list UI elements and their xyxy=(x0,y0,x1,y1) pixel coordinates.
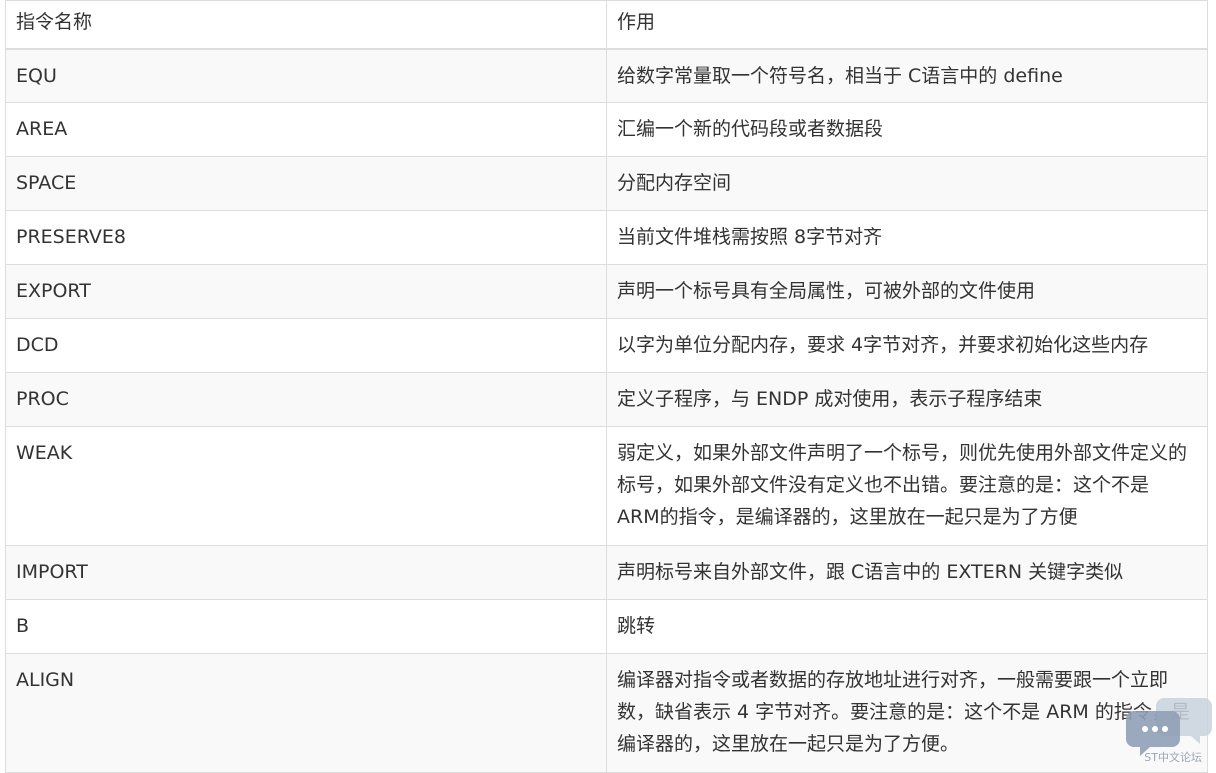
header-cell-desc: 作用 xyxy=(606,0,1208,50)
cell-desc: 弱定义，如果外部文件声明了一个标号，则优先使用外部文件定义的标号，如果外部文件没… xyxy=(606,426,1208,546)
cell-name: EXPORT xyxy=(5,264,607,319)
cell-name: B xyxy=(5,599,607,654)
cell-desc: 以字为单位分配内存，要求 4字节对齐，并要求初始化这些内存 xyxy=(606,318,1208,373)
table-row: B 跳转 xyxy=(5,599,1208,654)
cell-name: AREA xyxy=(5,102,607,157)
table-header-row: 指令名称 作用 xyxy=(5,0,1208,50)
table-row: PROC 定义子程序，与 ENDP 成对使用，表示子程序结束 xyxy=(5,372,1208,427)
table-row: EQU 给数字常量取一个符号名，相当于 C语言中的 define xyxy=(5,48,1208,103)
header-cell-name: 指令名称 xyxy=(5,0,607,50)
table-row: AREA 汇编一个新的代码段或者数据段 xyxy=(5,102,1208,157)
cell-desc: 编译器对指令或者数据的存放地址进行对齐，一般需要跟一个立即数，缺省表示 4 字节… xyxy=(606,653,1208,773)
cell-desc: 分配内存空间 xyxy=(606,156,1208,211)
cell-desc: 定义子程序，与 ENDP 成对使用，表示子程序结束 xyxy=(606,372,1208,427)
table-row: EXPORT 声明一个标号具有全局属性，可被外部的文件使用 xyxy=(5,264,1208,319)
table-row: IMPORT 声明标号来自外部文件，跟 C语言中的 EXTERN 关键字类似 xyxy=(5,545,1208,600)
cell-name: WEAK xyxy=(5,426,607,546)
cell-desc: 声明标号来自外部文件，跟 C语言中的 EXTERN 关键字类似 xyxy=(606,545,1208,600)
table-row: WEAK 弱定义，如果外部文件声明了一个标号，则优先使用外部文件定义的标号，如果… xyxy=(5,426,1208,546)
cell-name: PROC xyxy=(5,372,607,427)
cell-desc: 当前文件堆栈需按照 8字节对齐 xyxy=(606,210,1208,265)
cell-name: SPACE xyxy=(5,156,607,211)
forum-watermark: ST中文论坛 xyxy=(1126,683,1216,773)
cell-name: PRESERVE8 xyxy=(5,210,607,265)
table-row: ALIGN 编译器对指令或者数据的存放地址进行对齐，一般需要跟一个立即数，缺省表… xyxy=(5,653,1208,773)
cell-desc: 汇编一个新的代码段或者数据段 xyxy=(606,102,1208,157)
cell-name: DCD xyxy=(5,318,607,373)
table-row: SPACE 分配内存空间 xyxy=(5,156,1208,211)
cell-name: ALIGN xyxy=(5,653,607,773)
instruction-table: 指令名称 作用 EQU 给数字常量取一个符号名，相当于 C语言中的 define… xyxy=(5,0,1208,773)
cell-desc: 给数字常量取一个符号名，相当于 C语言中的 define xyxy=(606,48,1208,103)
cell-desc: 声明一个标号具有全局属性，可被外部的文件使用 xyxy=(606,264,1208,319)
instruction-table-container: 指令名称 作用 EQU 给数字常量取一个符号名，相当于 C语言中的 define… xyxy=(5,0,1208,773)
watermark-text: ST中文论坛 xyxy=(1144,751,1202,764)
cell-name: IMPORT xyxy=(5,545,607,600)
table-row: DCD 以字为单位分配内存，要求 4字节对齐，并要求初始化这些内存 xyxy=(5,318,1208,373)
cell-name: EQU xyxy=(5,48,607,103)
cell-desc: 跳转 xyxy=(606,599,1208,654)
table-row: PRESERVE8 当前文件堆栈需按照 8字节对齐 xyxy=(5,210,1208,265)
